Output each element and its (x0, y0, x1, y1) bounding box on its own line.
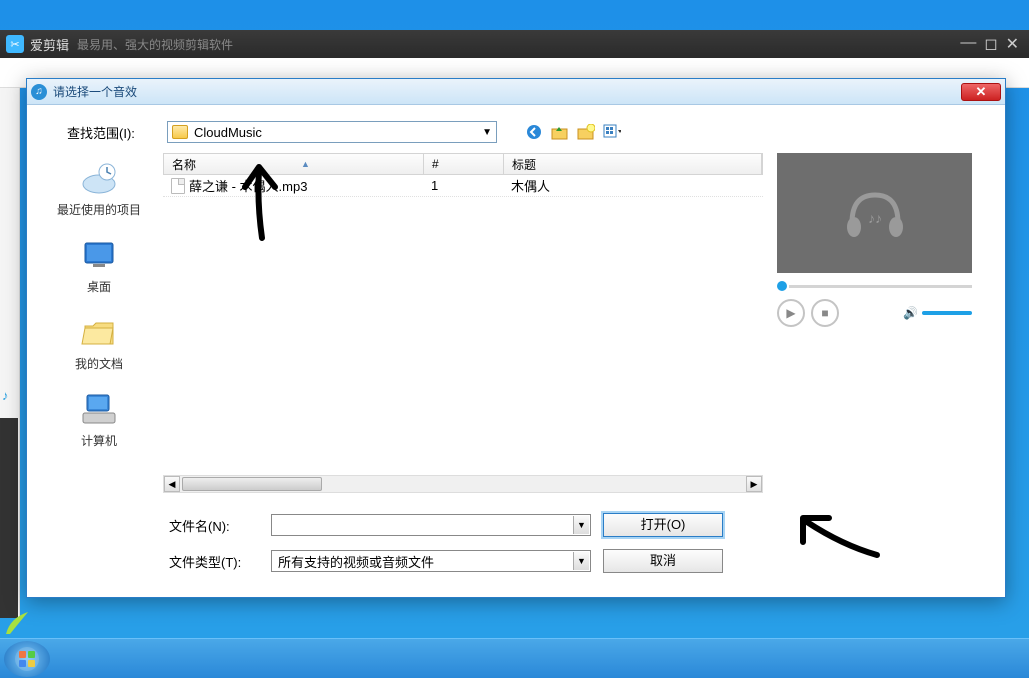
filename-label: 文件名(N): (169, 516, 259, 535)
sidebar-item-desktop[interactable]: 桌面 (49, 236, 149, 295)
app-subtitle: 最易用、强大的视频剪辑软件 (77, 36, 233, 53)
file-list-header[interactable]: 名称▲ # 标题 (163, 153, 763, 175)
look-in-label: 查找范围(I): (67, 123, 159, 142)
sidebar-item-label: 我的文档 (75, 355, 123, 372)
horizontal-scrollbar[interactable]: ◀ ▶ (163, 475, 763, 493)
filetype-combo[interactable]: 所有支持的视频或音频文件 ▼ (271, 550, 591, 572)
seek-track (789, 285, 972, 288)
chevron-down-icon[interactable]: ▼ (573, 552, 589, 570)
column-number[interactable]: # (424, 154, 504, 174)
play-button[interactable]: ▶ (777, 299, 805, 327)
column-title[interactable]: 标题 (504, 154, 762, 174)
scroll-thumb[interactable] (182, 477, 322, 491)
dialog-close-button[interactable]: ✕ (961, 83, 1001, 101)
volume-slider[interactable] (922, 311, 972, 315)
dialog-titlebar[interactable]: ♫ 请选择一个音效 ✕ (27, 79, 1005, 105)
file-name: 薛之谦 - 木偶人.mp3 (189, 176, 307, 195)
music-note-icon: ♪ (2, 388, 9, 403)
preview-pane: ♪♪ ▶ ■ 🔊 (777, 153, 972, 493)
up-folder-icon[interactable] (551, 123, 569, 141)
file-title: 木偶人 (503, 176, 763, 195)
sidebar-item-documents[interactable]: 我的文档 (49, 313, 149, 372)
seek-handle[interactable] (777, 281, 787, 291)
file-icon (171, 178, 185, 194)
computer-icon (78, 390, 120, 428)
sidebar-item-label: 计算机 (81, 432, 117, 449)
sidebar-item-computer[interactable]: 计算机 (49, 390, 149, 449)
look-in-combo[interactable]: CloudMusic ▼ (167, 121, 497, 143)
chevron-down-icon[interactable]: ▼ (573, 516, 589, 534)
open-button[interactable]: 打开(O) (603, 513, 723, 537)
volume-icon[interactable]: 🔊 (903, 306, 918, 320)
sidebar-item-label: 桌面 (87, 278, 111, 295)
places-sidebar: 最近使用的项目 桌面 我的文档 (39, 153, 159, 493)
desktop-icon (78, 236, 120, 274)
dialog-title-text: 请选择一个音效 (53, 83, 137, 100)
file-list: 名称▲ # 标题 薛之谦 - 木偶人.mp3 1 木偶人 ◀ ▶ (163, 153, 763, 493)
folder-icon (172, 125, 188, 139)
look-in-value: CloudMusic (194, 125, 262, 140)
close-app-button[interactable]: ✕ (1006, 34, 1019, 54)
start-button[interactable] (4, 641, 50, 677)
app-titlebar: ✂ 爱剪辑 最易用、强大的视频剪辑软件 — ◻ ✕ (0, 30, 1029, 58)
filetype-label: 文件类型(T): (169, 552, 259, 571)
left-dark-strip (0, 418, 18, 618)
view-menu-icon[interactable] (603, 123, 621, 141)
taskbar[interactable] (0, 638, 1029, 678)
new-folder-icon[interactable] (577, 123, 595, 141)
sort-indicator-icon: ▲ (301, 159, 310, 169)
app-left-panel: ♪ (0, 88, 20, 618)
sidebar-item-recent[interactable]: 最近使用的项目 (49, 159, 149, 218)
chevron-down-icon: ▼ (482, 127, 492, 138)
file-row[interactable]: 薛之谦 - 木偶人.mp3 1 木偶人 (163, 175, 763, 197)
scroll-left-icon[interactable]: ◀ (164, 476, 180, 492)
preview-canvas: ♪♪ (777, 153, 972, 273)
dialog-icon: ♫ (31, 84, 47, 100)
cancel-button[interactable]: 取消 (603, 549, 723, 573)
scroll-right-icon[interactable]: ▶ (746, 476, 762, 492)
svg-text:♪♪: ♪♪ (868, 210, 882, 226)
file-list-body[interactable]: 薛之谦 - 木偶人.mp3 1 木偶人 (163, 175, 763, 197)
file-track-number: 1 (423, 178, 503, 193)
maximize-button[interactable]: ◻ (984, 34, 997, 54)
minimize-button[interactable]: — (960, 34, 976, 54)
recent-icon (78, 159, 120, 197)
headphones-icon: ♪♪ (840, 183, 910, 243)
sidebar-item-label: 最近使用的项目 (57, 201, 141, 218)
back-icon[interactable] (525, 123, 543, 141)
column-name[interactable]: 名称▲ (164, 154, 424, 174)
file-open-dialog: ♫ 请选择一个音效 ✕ 查找范围(I): CloudMusic ▼ (26, 78, 1006, 598)
decorative-leaf-icon (4, 608, 32, 636)
app-logo-icon: ✂ (6, 35, 24, 53)
filetype-value: 所有支持的视频或音频文件 (278, 552, 434, 571)
app-title: 爱剪辑 (30, 35, 69, 54)
stop-button[interactable]: ■ (811, 299, 839, 327)
seek-bar[interactable] (777, 279, 972, 293)
documents-icon (78, 313, 120, 351)
filename-input[interactable]: ▼ (271, 514, 591, 536)
